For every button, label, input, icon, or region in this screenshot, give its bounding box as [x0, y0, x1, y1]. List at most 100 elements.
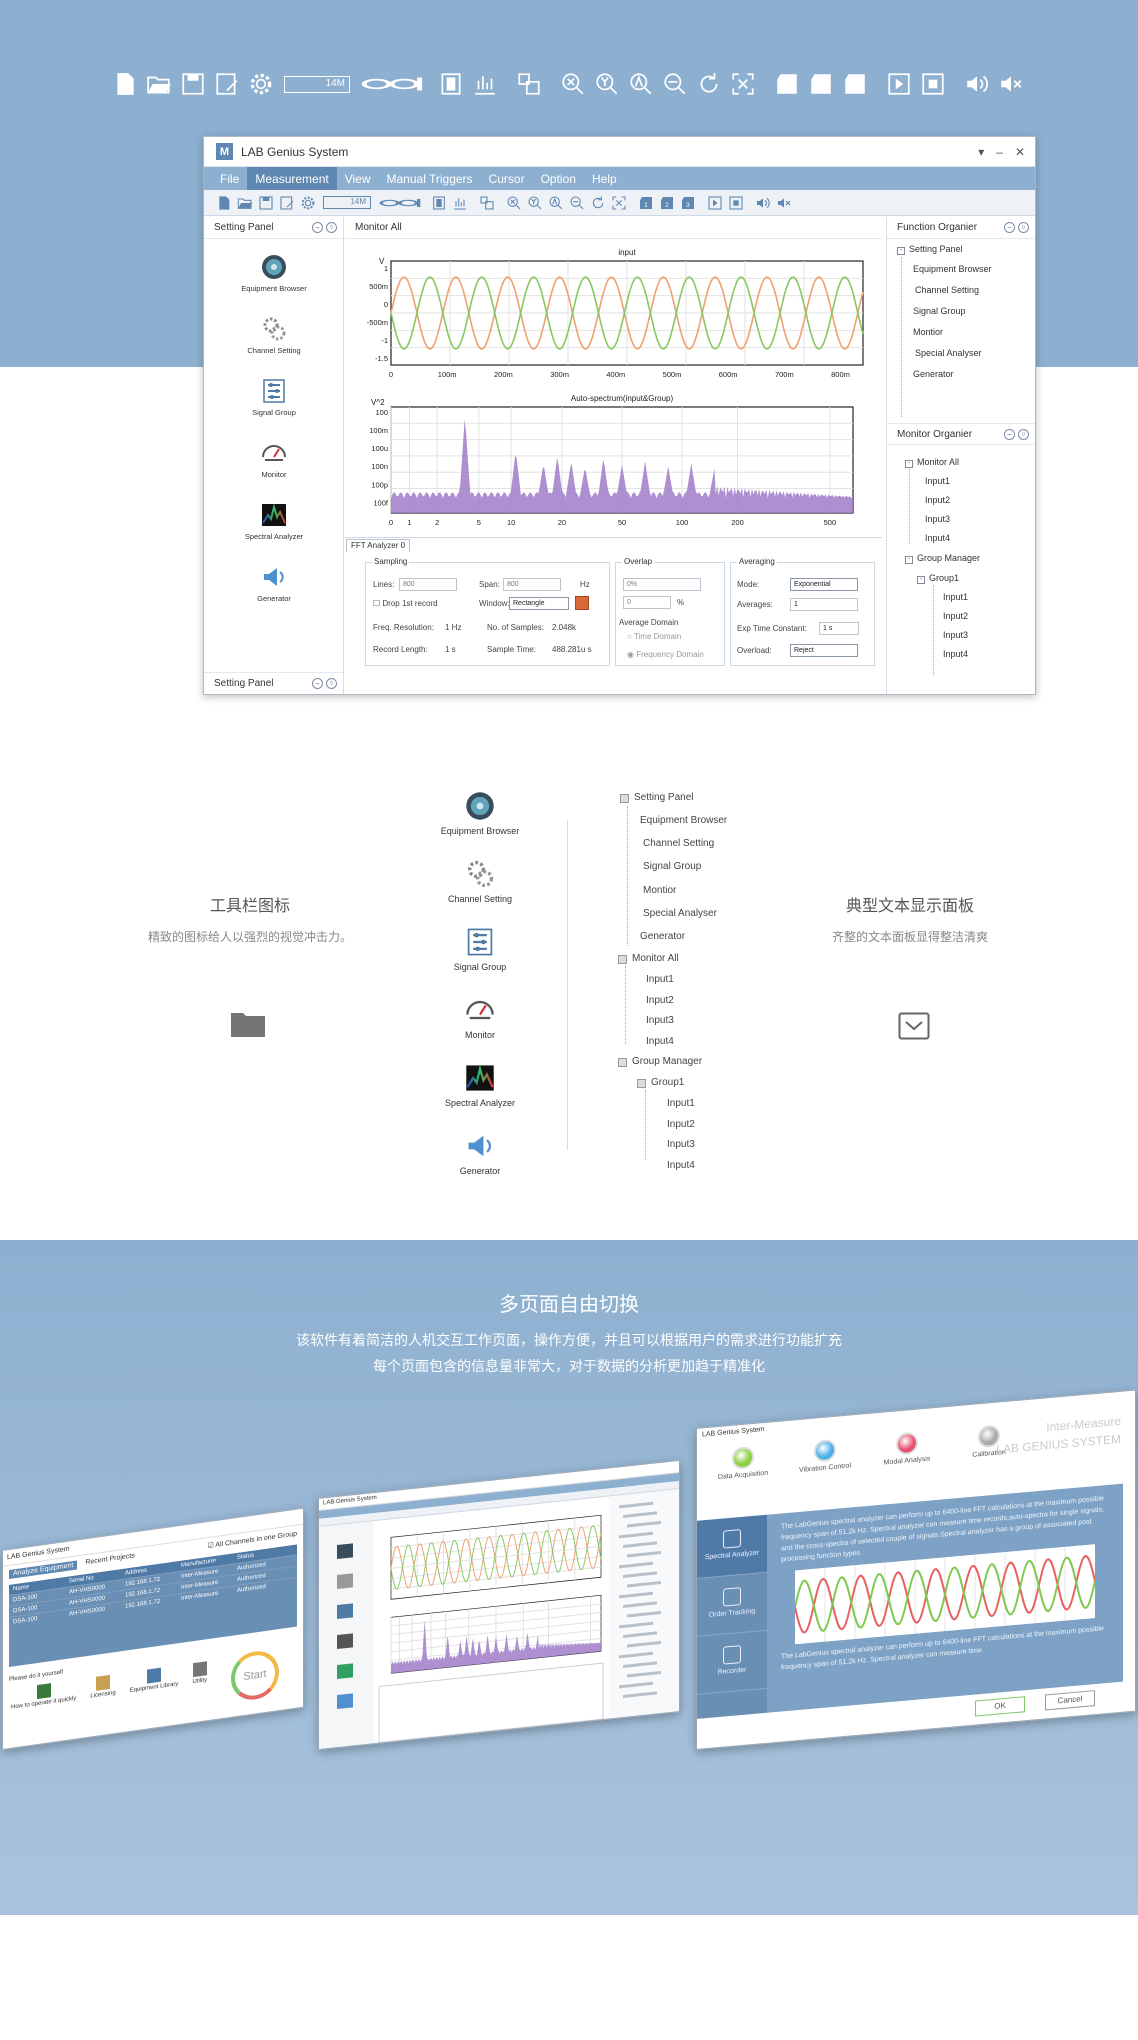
collapse-icon[interactable]: – — [312, 678, 323, 689]
zoom-out-icon[interactable] — [567, 193, 586, 212]
mode-select[interactable]: Exponential — [790, 578, 858, 591]
tree-group-input-item[interactable]: Input3 — [943, 630, 968, 640]
tree-input-item[interactable]: Input3 — [925, 514, 950, 524]
pin-icon[interactable]: ○ — [326, 678, 337, 689]
mute-icon[interactable] — [774, 193, 793, 212]
zoom-y-icon[interactable] — [592, 69, 622, 99]
tree-setting-panel[interactable]: Setting Panel — [909, 244, 963, 254]
menu-file[interactable]: File — [212, 167, 247, 190]
settings-icon[interactable] — [246, 69, 276, 99]
mini1-tool-1[interactable]: Licensing — [90, 1674, 116, 1700]
tree-function-item[interactable]: Channel Setting — [915, 285, 979, 295]
setting-item-signal-group[interactable]: Signal Group — [204, 377, 344, 417]
channel-group-icon[interactable] — [377, 193, 427, 212]
tree-function-item[interactable]: Generator — [913, 369, 954, 379]
zoom-fit-icon[interactable] — [558, 69, 588, 99]
mini1-tool-2[interactable]: Equipment Library — [130, 1665, 178, 1694]
zoom-y-icon[interactable] — [525, 193, 544, 212]
mini1-tab-recent[interactable]: Recent Projects — [85, 1552, 134, 1568]
mini3-mode-2[interactable]: Modal Analysis — [879, 1430, 935, 1467]
new-file-icon[interactable] — [110, 69, 140, 99]
expand-icon[interactable]: - — [897, 247, 905, 255]
span-input[interactable]: 800 — [503, 578, 561, 591]
zoom-a-icon[interactable] — [626, 69, 656, 99]
page-2-icon[interactable]: 2 — [657, 193, 676, 212]
drop-checkbox[interactable]: ☐ Drop 1st record — [373, 599, 438, 608]
page-1-icon[interactable]: 1 — [636, 193, 655, 212]
mini3-mode-1[interactable]: Vibration Control — [797, 1437, 853, 1474]
setting-item-channel-setting[interactable]: Channel Setting — [204, 315, 344, 355]
cancel-button[interactable]: Cancel — [1045, 1690, 1095, 1711]
open-folder-icon[interactable] — [144, 69, 174, 99]
expand-icon[interactable]: - — [905, 556, 913, 564]
overlap-select[interactable]: 0% — [623, 578, 701, 591]
mini1-tool-0[interactable]: How to operate it quickly — [11, 1680, 76, 1711]
page-3-icon[interactable]: 3 — [840, 69, 870, 99]
lines-input[interactable]: 800 — [399, 578, 457, 591]
close-icon[interactable]: ✕ — [1015, 145, 1025, 159]
collapse-icon[interactable]: – — [1004, 428, 1015, 440]
menu-option[interactable]: Option — [533, 167, 584, 190]
fullscreen-icon[interactable] — [728, 69, 758, 99]
frame-icon[interactable] — [436, 69, 466, 99]
averages-input[interactable]: 1 — [790, 598, 858, 611]
tree-function-item[interactable]: Equipment Browser — [913, 264, 992, 274]
mini3-side-1[interactable]: Order Tracking — [697, 1572, 767, 1637]
tree-group-manager[interactable]: Group Manager — [917, 553, 980, 563]
tree-input-item[interactable]: Input4 — [925, 533, 950, 543]
tree-input-item[interactable]: Input2 — [925, 495, 950, 505]
tree-function-item[interactable]: Special Analyser — [915, 348, 982, 358]
fullscreen-icon[interactable] — [609, 193, 628, 212]
settings-icon[interactable] — [298, 193, 317, 212]
pin-icon[interactable]: ○ — [1018, 222, 1029, 233]
layout-icon[interactable] — [477, 193, 496, 212]
menu-help[interactable]: Help — [584, 167, 625, 190]
frame-icon[interactable] — [429, 193, 448, 212]
collapse-icon[interactable]: – — [1004, 222, 1015, 233]
stop-icon[interactable] — [726, 193, 745, 212]
collapse-icon[interactable]: – — [312, 222, 323, 233]
tree-monitor-all[interactable]: Monitor All — [917, 457, 959, 467]
zoom-fit-icon[interactable] — [504, 193, 523, 212]
mini3-mode-0[interactable]: Data Acquisition — [715, 1444, 771, 1481]
window-select[interactable]: Rectangle — [509, 597, 569, 610]
zoom-out-icon[interactable] — [660, 69, 690, 99]
page-3-icon[interactable]: 3 — [678, 193, 697, 212]
page-2-icon[interactable]: 2 — [806, 69, 836, 99]
tab-fft-analyzer[interactable]: FFT Analyzer 0 — [346, 539, 411, 552]
pin-icon[interactable]: ○ — [326, 222, 337, 233]
refresh-icon[interactable] — [588, 193, 607, 212]
overload-select[interactable]: Reject — [790, 644, 858, 657]
dropdown-icon[interactable]: ▾ — [978, 145, 984, 159]
page-1-icon[interactable]: 1 — [772, 69, 802, 99]
menu-cursor[interactable]: Cursor — [481, 167, 533, 190]
tree-group1[interactable]: Group1 — [929, 573, 959, 583]
tree-group-input-item[interactable]: Input4 — [943, 649, 968, 659]
mini1-tool-3[interactable]: Utility — [192, 1661, 207, 1685]
tree-group-input-item[interactable]: Input1 — [943, 592, 968, 602]
menu-measurement[interactable]: Measurement — [247, 167, 337, 190]
expand-icon[interactable]: - — [917, 576, 925, 584]
layout-icon[interactable] — [514, 69, 544, 99]
pin-icon[interactable]: ○ — [1018, 428, 1029, 440]
mute-icon[interactable] — [996, 69, 1026, 99]
play-icon[interactable] — [705, 193, 724, 212]
save-as-icon[interactable] — [212, 69, 242, 99]
exp-time-input[interactable]: 1 s — [819, 622, 859, 635]
chart-icon[interactable] — [450, 193, 469, 212]
stop-icon[interactable] — [918, 69, 948, 99]
tree-function-item[interactable]: Montior — [913, 327, 943, 337]
ok-button[interactable]: OK — [975, 1696, 1025, 1717]
time-domain-radio[interactable]: ○ Time Domain — [627, 632, 681, 641]
play-icon[interactable] — [884, 69, 914, 99]
chart-icon[interactable] — [470, 69, 500, 99]
tree-function-item[interactable]: Signal Group — [913, 306, 966, 316]
refresh-icon[interactable] — [694, 69, 724, 99]
save-icon[interactable] — [178, 69, 208, 99]
channel-group-icon[interactable] — [358, 69, 432, 99]
setting-item-monitor[interactable]: Monitor — [204, 439, 344, 479]
window-config-button[interactable] — [575, 596, 589, 610]
minimize-icon[interactable]: – — [996, 145, 1003, 159]
setting-item-equipment-browser[interactable]: Equipment Browser — [204, 253, 344, 293]
mini3-side-2[interactable]: Recorder — [697, 1630, 767, 1695]
